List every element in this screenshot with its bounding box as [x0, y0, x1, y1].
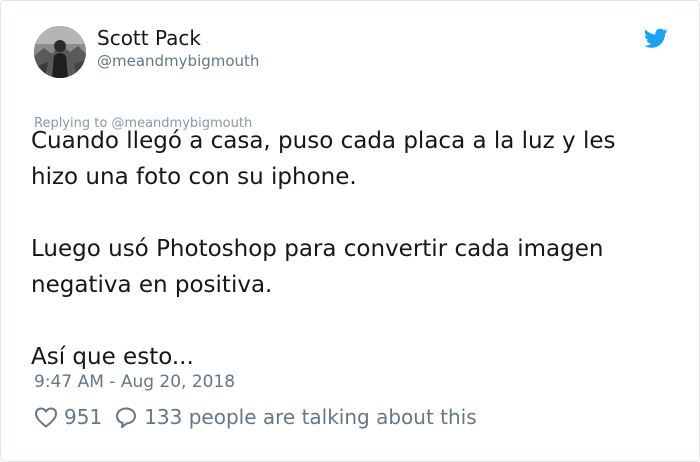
tweet-text: Cuando llegó a casa, puso cada placa a l… — [31, 123, 681, 375]
tweet-timestamp[interactable]: 9:47 AM - Aug 20, 2018 — [34, 372, 235, 392]
talking-about-link[interactable]: 133 people are talking about this — [144, 405, 476, 429]
tweet-paragraph: Luego usó Photoshop para convertir cada … — [31, 236, 604, 298]
avatar-photo-icon — [34, 26, 86, 78]
author-display-name[interactable]: Scott Pack — [97, 26, 201, 50]
author-handle[interactable]: @meandmybigmouth — [97, 52, 259, 70]
speech-bubble-icon[interactable] — [114, 406, 138, 428]
author-avatar[interactable] — [34, 26, 86, 78]
tweet-card: Scott Pack @meandmybigmouth Replying to … — [0, 0, 700, 462]
tweet-paragraph: Así que esto... — [31, 344, 194, 370]
twitter-bird-icon[interactable] — [643, 28, 668, 49]
tweet-actions: 951 133 people are talking about this — [34, 405, 477, 429]
tweet-paragraph: Cuando llegó a casa, puso cada placa a l… — [31, 128, 616, 190]
like-count[interactable]: 951 — [64, 405, 102, 429]
heart-icon[interactable] — [34, 406, 58, 428]
